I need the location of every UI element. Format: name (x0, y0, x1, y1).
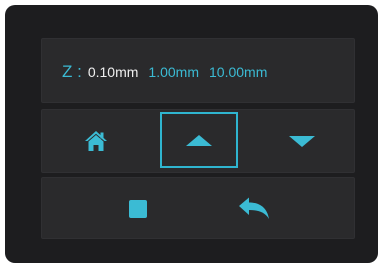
move-panel (41, 109, 355, 173)
triangle-up-icon (186, 134, 212, 146)
step-option-10.00mm[interactable]: 10.00mm (209, 64, 267, 80)
triangle-down-icon (289, 135, 315, 147)
move-down-button[interactable] (278, 118, 326, 164)
step-option-1.00mm[interactable]: 1.00mm (148, 64, 199, 80)
z-axis-label: Z : (62, 62, 82, 81)
home-button[interactable] (72, 118, 120, 164)
stop-square-icon (129, 200, 147, 218)
back-button[interactable] (230, 186, 278, 232)
control-screen: Z : 0.10mm 1.00mm 10.00mm (5, 5, 378, 263)
z-step-panel: Z : 0.10mm 1.00mm 10.00mm (41, 38, 355, 103)
stop-button[interactable] (114, 186, 162, 232)
back-arrow-icon (239, 197, 269, 219)
action-panel (41, 177, 355, 239)
z-step-row: Z : 0.10mm 1.00mm 10.00mm (62, 62, 277, 82)
home-icon (85, 131, 107, 151)
move-up-button[interactable] (160, 112, 238, 168)
step-option-0.10mm[interactable]: 0.10mm (88, 64, 139, 80)
